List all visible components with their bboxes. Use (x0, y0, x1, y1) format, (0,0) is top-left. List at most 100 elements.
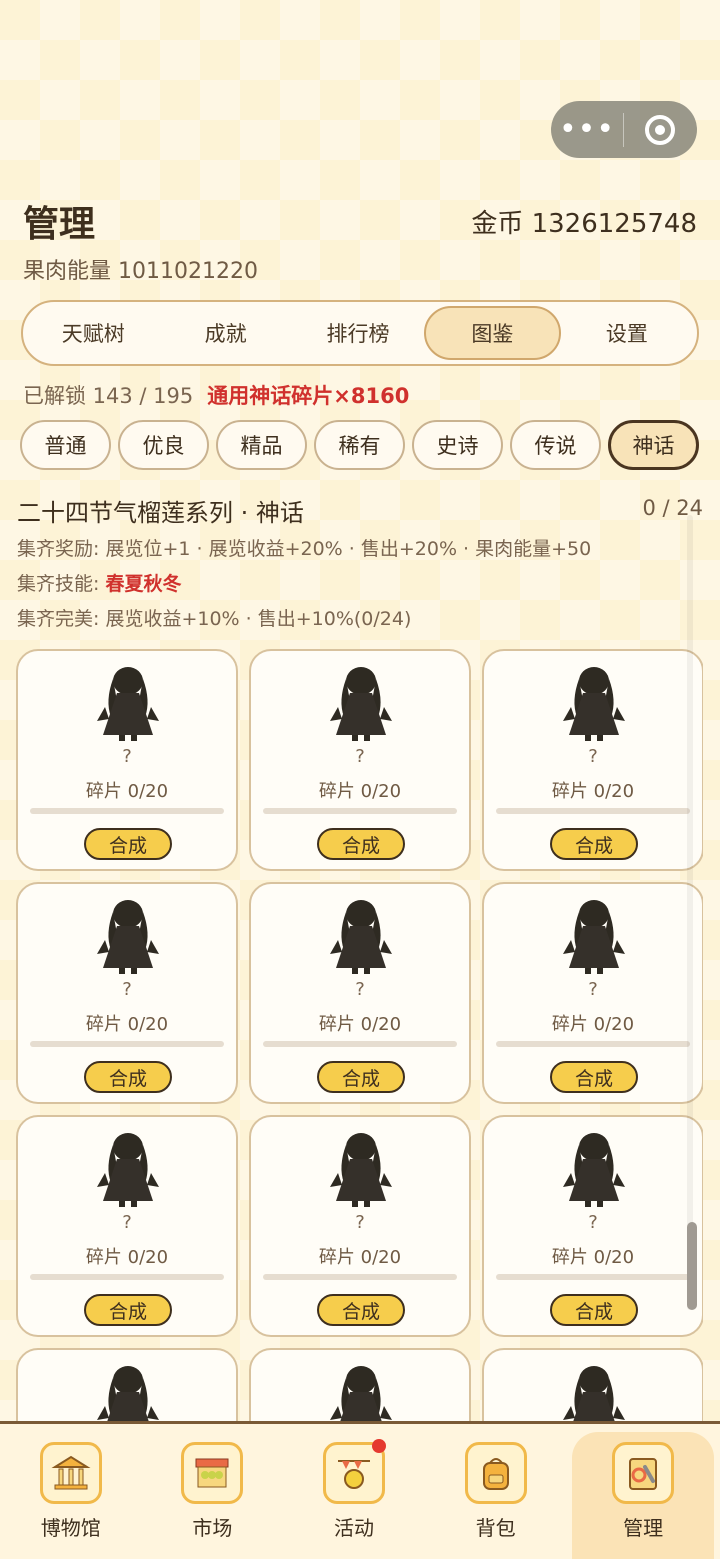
market-icon (181, 1442, 244, 1504)
collection-card[interactable]: ? 碎片 0/20 合成 (16, 649, 238, 871)
rarity-epic[interactable]: 史诗 (412, 420, 503, 470)
collect-perfect: 集齐完美: 展览收益+10% · 售出+10%(0/24) (17, 604, 411, 631)
card-name: ? (355, 746, 365, 767)
collection-card[interactable]: ? 碎片 0/20 合成 (249, 882, 471, 1104)
collection-card[interactable]: ? 碎片 0/20 合成 (482, 1115, 703, 1337)
collection-card[interactable] (249, 1348, 471, 1422)
synthesize-button[interactable]: 合成 (84, 828, 172, 860)
rarity-legend[interactable]: 传说 (510, 420, 601, 470)
card-name: ? (588, 979, 598, 1000)
collection-card[interactable]: ? 碎片 0/20 合成 (249, 1115, 471, 1337)
collect-skill-name: 春夏秋冬 (105, 573, 182, 595)
card-name: ? (122, 746, 132, 767)
series-count: 0 / 24 (642, 496, 703, 520)
card-fragments: 碎片 0/20 (318, 1247, 402, 1268)
locked-figure-icon (97, 667, 159, 741)
fragment-progress-bar (496, 1274, 690, 1280)
nav-activity-label: 活动 (333, 1516, 374, 1540)
nav-museum[interactable]: 博物馆 (0, 1424, 142, 1559)
locked-figure-icon (330, 1133, 392, 1207)
fragment-progress-bar (30, 808, 224, 814)
card-name: ? (122, 979, 132, 1000)
myth-shards-count: 通用神话碎片×8160 (207, 384, 410, 408)
collection-card[interactable] (482, 1348, 703, 1422)
activity-badge (371, 1439, 386, 1453)
card-fragments: 碎片 0/20 (551, 1247, 635, 1268)
nav-museum-label: 博物馆 (40, 1516, 101, 1540)
locked-figure-icon (563, 1366, 625, 1422)
tab-leaderboard[interactable]: 排行榜 (292, 306, 424, 360)
collect-perfect-label: 集齐完美: (17, 608, 100, 630)
synthesize-button[interactable]: 合成 (317, 828, 405, 860)
locked-figure-icon (330, 1366, 392, 1422)
card-fragments: 碎片 0/20 (85, 781, 169, 802)
rarity-common[interactable]: 普通 (20, 420, 111, 470)
nav-market[interactable]: 市场 (142, 1424, 284, 1559)
rarity-myth[interactable]: 神话 (608, 420, 699, 470)
locked-figure-icon (97, 900, 159, 974)
locked-figure-icon (563, 667, 625, 741)
collection-card[interactable]: ? 碎片 0/20 合成 (482, 882, 703, 1104)
card-name: ? (355, 979, 365, 1000)
activity-icon (322, 1439, 386, 1504)
card-fragments: 碎片 0/20 (318, 1014, 402, 1035)
fragment-progress-bar (263, 808, 457, 814)
unlock-status: 已解锁 143 / 195 通用神话碎片×8160 (23, 380, 409, 410)
card-name: ? (588, 746, 598, 767)
collection-card[interactable]: ? 碎片 0/20 合成 (16, 882, 238, 1104)
card-fragments: 碎片 0/20 (85, 1247, 169, 1268)
fragment-progress-bar (496, 808, 690, 814)
backpack-icon (464, 1442, 527, 1504)
tab-achievements[interactable]: 成就 (159, 306, 291, 360)
fragment-progress-bar (263, 1041, 457, 1047)
tab-settings[interactable]: 设置 (561, 306, 693, 360)
card-fragments: 碎片 0/20 (551, 781, 635, 802)
gold-balance: 金币 1326125748 (471, 209, 697, 239)
rarity-rare[interactable]: 稀有 (314, 420, 405, 470)
more-icon[interactable]: ••• (551, 101, 623, 158)
collect-reward-label: 集齐奖励: (17, 538, 100, 560)
locked-figure-icon (563, 900, 625, 974)
collect-reward-text: 展览位+1 · 展览收益+20% · 售出+20% · 果肉能量+50 (105, 538, 592, 560)
locked-figure-icon (97, 1133, 159, 1207)
series-title: 二十四节气榴莲系列 · 神话 (17, 499, 304, 527)
card-name: ? (355, 1212, 365, 1233)
tab-collection[interactable]: 图鉴 (424, 306, 561, 360)
card-name: ? (122, 1212, 132, 1233)
synthesize-button[interactable]: 合成 (317, 1294, 405, 1326)
synthesize-button[interactable]: 合成 (84, 1061, 172, 1093)
collection-card[interactable]: ? 碎片 0/20 合成 (482, 649, 703, 871)
collection-card[interactable] (16, 1348, 238, 1422)
collect-skill-label: 集齐技能: (17, 573, 100, 595)
synthesize-button[interactable]: 合成 (317, 1061, 405, 1093)
collect-reward: 集齐奖励: 展览位+1 · 展览收益+20% · 售出+20% · 果肉能量+5… (17, 534, 591, 561)
fragment-progress-bar (30, 1274, 224, 1280)
rarity-filter: 普通 优良 精品 稀有 史诗 传说 神话 (20, 420, 699, 470)
tab-talent-tree[interactable]: 天赋树 (27, 306, 159, 360)
page-title: 管理 (23, 204, 96, 245)
nav-backpack-label: 背包 (475, 1516, 516, 1540)
collection-grid: ? 碎片 0/20 合成? 碎片 0/20 合成? 碎片 0/20 合成? 碎片 0/20 合成… (16, 649, 703, 1422)
locked-figure-icon (330, 667, 392, 741)
main-tabs: 天赋树 成就 排行榜 图鉴 设置 (21, 300, 699, 366)
collection-card[interactable]: ? 碎片 0/20 合成 (249, 649, 471, 871)
nav-activity[interactable]: 活动 (283, 1424, 425, 1559)
scrollbar-track (687, 515, 693, 1310)
synthesize-button[interactable]: 合成 (84, 1294, 172, 1326)
nav-backpack[interactable]: 背包 (425, 1424, 567, 1559)
energy-balance: 果肉能量 1011021220 (23, 259, 258, 284)
mini-program-capsule: ••• (551, 101, 697, 158)
nav-market-label: 市场 (192, 1516, 233, 1540)
collection-card[interactable]: ? 碎片 0/20 合成 (16, 1115, 238, 1337)
synthesize-button[interactable]: 合成 (550, 828, 638, 860)
nav-manage[interactable]: 管理 (572, 1432, 714, 1559)
close-icon[interactable] (624, 101, 696, 158)
scrollbar-thumb[interactable] (687, 1222, 697, 1310)
rarity-good[interactable]: 优良 (118, 420, 209, 470)
card-fragments: 碎片 0/20 (85, 1014, 169, 1035)
fragment-progress-bar (30, 1041, 224, 1047)
synthesize-button[interactable]: 合成 (550, 1061, 638, 1093)
synthesize-button[interactable]: 合成 (550, 1294, 638, 1326)
rarity-fine[interactable]: 精品 (216, 420, 307, 470)
locked-figure-icon (330, 900, 392, 974)
